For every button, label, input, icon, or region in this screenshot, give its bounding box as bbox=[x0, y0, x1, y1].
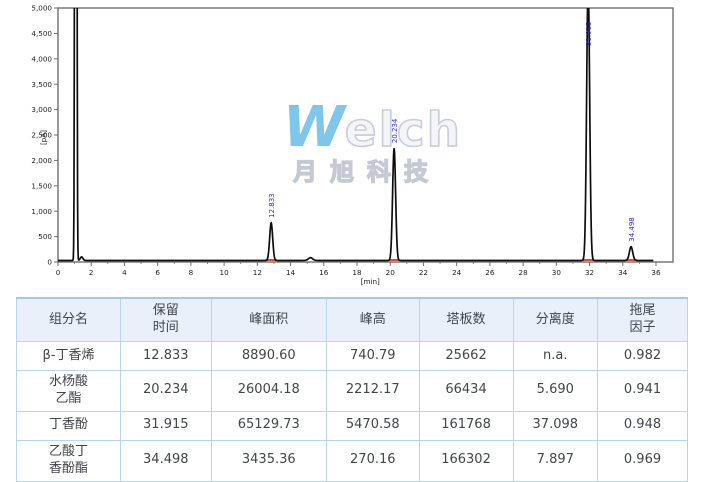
peak-retention-label: 34.498 bbox=[628, 217, 636, 242]
value-cell: 0.948 bbox=[597, 410, 688, 441]
component-name-cell: 丁香酚 bbox=[16, 410, 121, 441]
y-axis-title: [pA] bbox=[39, 130, 48, 145]
component-name-cell: 乙酸丁 香酚酯 bbox=[16, 439, 121, 482]
x-tick-label: 36 bbox=[651, 268, 661, 277]
column-header-6: 拖尾 因子 bbox=[597, 297, 688, 342]
component-name-cell: 水杨酸 乙酯 bbox=[16, 370, 121, 412]
peak-retention-label: 12.833 bbox=[268, 193, 276, 218]
value-cell: 26004.18 bbox=[210, 370, 327, 412]
x-tick-label: 22 bbox=[419, 268, 428, 277]
value-cell: 3435.36 bbox=[210, 439, 327, 482]
value-cell: 161768 bbox=[418, 410, 514, 441]
y-tick-label: 4,500 bbox=[31, 29, 52, 38]
x-tick-label: 18 bbox=[352, 268, 362, 277]
value-cell: 7.897 bbox=[512, 439, 599, 482]
x-tick-label: 32 bbox=[585, 268, 594, 277]
value-cell: 166302 bbox=[418, 439, 514, 482]
column-header-4: 塔板数 bbox=[418, 297, 514, 342]
y-tick-label: 1,000 bbox=[31, 207, 52, 216]
value-cell: 25662 bbox=[418, 341, 514, 371]
table-row: β-丁香烯 12.833 8890.60 740.79 25662 n.a. 0.982 bbox=[16, 341, 688, 371]
x-tick-label: 4 bbox=[122, 268, 127, 277]
component-name-cell: β-丁香烯 bbox=[16, 341, 121, 371]
x-tick-label: 20 bbox=[386, 268, 396, 277]
value-cell: n.a. bbox=[512, 341, 599, 371]
plot-frame bbox=[57, 7, 674, 263]
y-tick-label: 4,000 bbox=[31, 54, 52, 63]
y-axis: 05001,0001,5002,0002,5003,0003,5004,0004… bbox=[31, 4, 58, 267]
x-tick-label: 8 bbox=[189, 268, 194, 277]
peak-results-table: 组分名 保留 时间 峰面积 峰高 塔板数 分离度 拖尾 因子 β-丁香烯 12.833 8890… bbox=[16, 297, 688, 482]
y-tick-label: 0 bbox=[47, 258, 52, 267]
y-tick-label: 2,000 bbox=[31, 156, 52, 165]
x-tick-label: 6 bbox=[155, 268, 160, 277]
x-tick-label: 24 bbox=[452, 268, 462, 277]
x-tick-label: 30 bbox=[552, 268, 562, 277]
signal-trace bbox=[58, 8, 654, 262]
value-cell: 740.79 bbox=[325, 341, 420, 371]
x-tick-label: 14 bbox=[286, 268, 296, 277]
column-header-3: 峰高 bbox=[325, 297, 420, 342]
y-tick-label: 3,500 bbox=[31, 80, 52, 89]
value-cell: 34.498 bbox=[120, 439, 212, 482]
value-cell: 65129.73 bbox=[210, 410, 327, 441]
column-header-5: 分离度 bbox=[512, 297, 599, 342]
x-tick-label: 0 bbox=[56, 268, 61, 277]
value-cell: 37.098 bbox=[512, 410, 599, 441]
value-cell: 0.941 bbox=[597, 370, 688, 412]
table-row: 丁香酚 31.915 65129.73 5470.58 161768 37.098 0.94… bbox=[16, 410, 688, 441]
x-tick-label: 34 bbox=[618, 268, 628, 277]
x-tick-label: 10 bbox=[220, 268, 230, 277]
x-tick-label: 12 bbox=[253, 268, 262, 277]
x-tick-label: 16 bbox=[319, 268, 329, 277]
value-cell: 0.982 bbox=[597, 341, 688, 371]
peak-retention-label: 20.234 bbox=[391, 118, 399, 143]
value-cell: 20.234 bbox=[120, 370, 212, 412]
x-axis-title: [min] bbox=[361, 277, 380, 286]
x-tick-label: 28 bbox=[519, 268, 529, 277]
y-tick-label: 5,000 bbox=[31, 4, 52, 13]
value-cell: 31.915 bbox=[120, 410, 212, 441]
chromatography-report: Welch 月旭科技 0 500 1,000 1,500 2,000 2,500 3,000… bbox=[0, 0, 703, 482]
table-row: 水杨酸 乙酯 20.234 26004.18 2212.17 66434 5.690 0.9… bbox=[16, 370, 688, 412]
table-row: 乙酸丁 香酚酯 34.498 3435.36 270.16 166302 7.897 0.9… bbox=[16, 439, 688, 482]
peak-labels: 12.833 20.234 31.915 34.498 bbox=[268, 22, 636, 242]
value-cell: 12.833 bbox=[120, 341, 212, 371]
chromatogram-plot: 05001,0001,5002,0002,5003,0003,5004,0004… bbox=[31, 4, 674, 286]
y-tick-label: 3,000 bbox=[31, 105, 52, 114]
value-cell: 2212.17 bbox=[325, 370, 420, 412]
value-cell: 5.690 bbox=[512, 370, 599, 412]
x-tick-label: 2 bbox=[89, 268, 94, 277]
chromatogram-panel: Welch 月旭科技 0 500 1,000 1,500 2,000 2,500 3,000… bbox=[0, 0, 703, 292]
peak-table-header: 组分名 保留 时间 峰面积 峰高 塔板数 分离度 拖尾 因子 bbox=[16, 297, 688, 342]
value-cell: 8890.60 bbox=[210, 341, 327, 371]
value-cell: 5470.58 bbox=[325, 410, 420, 441]
peak-retention-label: 31.915 bbox=[585, 22, 593, 47]
value-cell: 66434 bbox=[418, 370, 514, 412]
column-header-1: 保留 时间 bbox=[120, 297, 212, 342]
y-tick-label: 500 bbox=[38, 232, 52, 241]
column-header-0: 组分名 bbox=[16, 297, 121, 342]
value-cell: 0.969 bbox=[597, 439, 688, 482]
x-tick-label: 26 bbox=[485, 268, 495, 277]
value-cell: 270.16 bbox=[325, 439, 420, 482]
x-axis: 0 2 4 6 8 10 12 14 16 18 20 22 24 26 28 30 32 34 36[min] bbox=[56, 262, 661, 286]
column-header-2: 峰面积 bbox=[210, 297, 327, 342]
y-tick-label: 1,500 bbox=[31, 181, 52, 190]
